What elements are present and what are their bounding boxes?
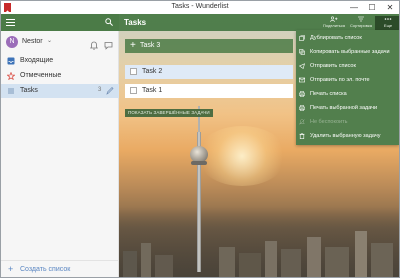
trash-icon [299, 133, 305, 139]
hamburger-menu-icon[interactable] [6, 19, 15, 26]
title-bar[interactable]: Tasks - Wunderlist — ☐ ✕ [1, 1, 399, 14]
sidebar-toolbar [1, 14, 119, 31]
share-button[interactable]: Поделиться [321, 16, 347, 30]
tv-tower-ring [191, 161, 207, 165]
menu-item-label: Печать списка [310, 91, 347, 97]
menu-item-label: Отправить по эл. почте [310, 77, 370, 83]
menu-item-label: Копировать выбранные задачи [310, 49, 390, 55]
app-window: Tasks - Wunderlist — ☐ ✕ N Nestor ⌄ Вход… [0, 0, 400, 278]
add-task-input[interactable]: + Task 3 [125, 39, 293, 53]
sidebar-item-starred[interactable]: Отмеченные [1, 69, 119, 83]
close-button[interactable]: ✕ [381, 1, 399, 14]
avatar[interactable]: N [6, 36, 18, 48]
sidebar-item-tasks[interactable]: Tasks 3 [1, 84, 119, 98]
copy-icon [299, 49, 305, 55]
bell-icon[interactable] [90, 37, 98, 50]
menu-item-print-list[interactable]: Печать списка [296, 88, 399, 100]
minimize-button[interactable]: — [345, 1, 363, 14]
task-label: Task 1 [142, 87, 163, 94]
more-dropdown-menu: Дублировать список Копировать выбранные … [296, 30, 399, 145]
menu-item-label: Удалить выбранную задачу [310, 133, 381, 139]
chat-icon[interactable] [104, 37, 113, 50]
menu-item-label: Дублировать список [310, 35, 362, 41]
menu-item-label: Не беспокоить [310, 119, 348, 125]
duplicate-icon [299, 35, 305, 41]
create-list-label: Создать список [20, 266, 71, 273]
user-name[interactable]: Nestor [22, 38, 43, 45]
task-count-badge: 3 [98, 87, 102, 93]
task-checkbox[interactable] [130, 87, 137, 94]
window-title: Tasks - Wunderlist [171, 3, 229, 10]
plus-icon: + [130, 40, 136, 51]
sidebar-item-inbox[interactable]: Входящие [1, 54, 119, 68]
chevron-down-icon[interactable]: ⌄ [47, 37, 52, 44]
sidebar-item-label: Tasks [20, 87, 38, 94]
email-icon [299, 77, 306, 83]
task-row[interactable]: Task 1 [125, 84, 293, 98]
list-header: Tasks Поделиться Сортировка Еще [119, 14, 399, 31]
send-icon [298, 63, 305, 69]
create-list-button[interactable]: + Создать список [1, 260, 119, 277]
print-selected-icon [299, 105, 305, 111]
page-title: Tasks [124, 18, 147, 27]
list-icon [7, 87, 15, 95]
show-completed-button[interactable]: ПОКАЗАТЬ ЗАВЕРШЁННЫЕ ЗАДАЧИ [125, 109, 213, 117]
add-task-text: Task 3 [140, 42, 161, 49]
menu-item-print-task[interactable]: Печать выбранной задачи [296, 102, 399, 114]
share-label: Поделиться [322, 23, 346, 28]
background-city [119, 207, 399, 277]
maximize-button[interactable]: ☐ [363, 1, 381, 14]
do-not-disturb-icon [299, 119, 305, 125]
plus-icon: + [8, 264, 14, 274]
more-icon [384, 16, 392, 22]
print-icon [299, 91, 305, 97]
sort-button[interactable]: Сортировка [348, 16, 374, 30]
sort-label: Сортировка [350, 23, 372, 28]
inbox-icon [7, 57, 15, 65]
menu-item-label: Печать выбранной задачи [310, 105, 378, 111]
sidebar-item-label: Входящие [20, 57, 54, 64]
sort-icon [357, 16, 365, 22]
menu-item-copy-tasks[interactable]: Копировать выбранные задачи [296, 46, 399, 58]
sidebar-item-label: Отмеченные [20, 72, 62, 79]
background-sun [197, 126, 287, 186]
star-icon [6, 71, 16, 81]
menu-item-send-list[interactable]: Отправить список [296, 60, 399, 72]
pencil-icon[interactable] [106, 86, 114, 95]
task-checkbox[interactable] [130, 68, 137, 75]
task-row[interactable]: Task 2 [125, 65, 293, 79]
menu-item-email[interactable]: Отправить по эл. почте [296, 74, 399, 86]
sidebar: N Nestor ⌄ Входящие Отмеченные Tasks 3 +… [1, 14, 119, 277]
menu-item-label: Отправить список [310, 63, 356, 69]
task-label: Task 2 [142, 68, 163, 75]
menu-item-duplicate-list[interactable]: Дублировать список [296, 32, 399, 44]
user-row[interactable]: N Nestor ⌄ [1, 33, 119, 51]
menu-item-do-not-disturb: Не беспокоить [296, 116, 399, 128]
menu-item-delete-task[interactable]: Удалить выбранную задачу [296, 130, 399, 142]
more-label: Еще [383, 23, 393, 28]
search-icon[interactable] [105, 18, 113, 26]
more-button[interactable]: Еще [375, 16, 399, 30]
share-icon [330, 16, 338, 22]
